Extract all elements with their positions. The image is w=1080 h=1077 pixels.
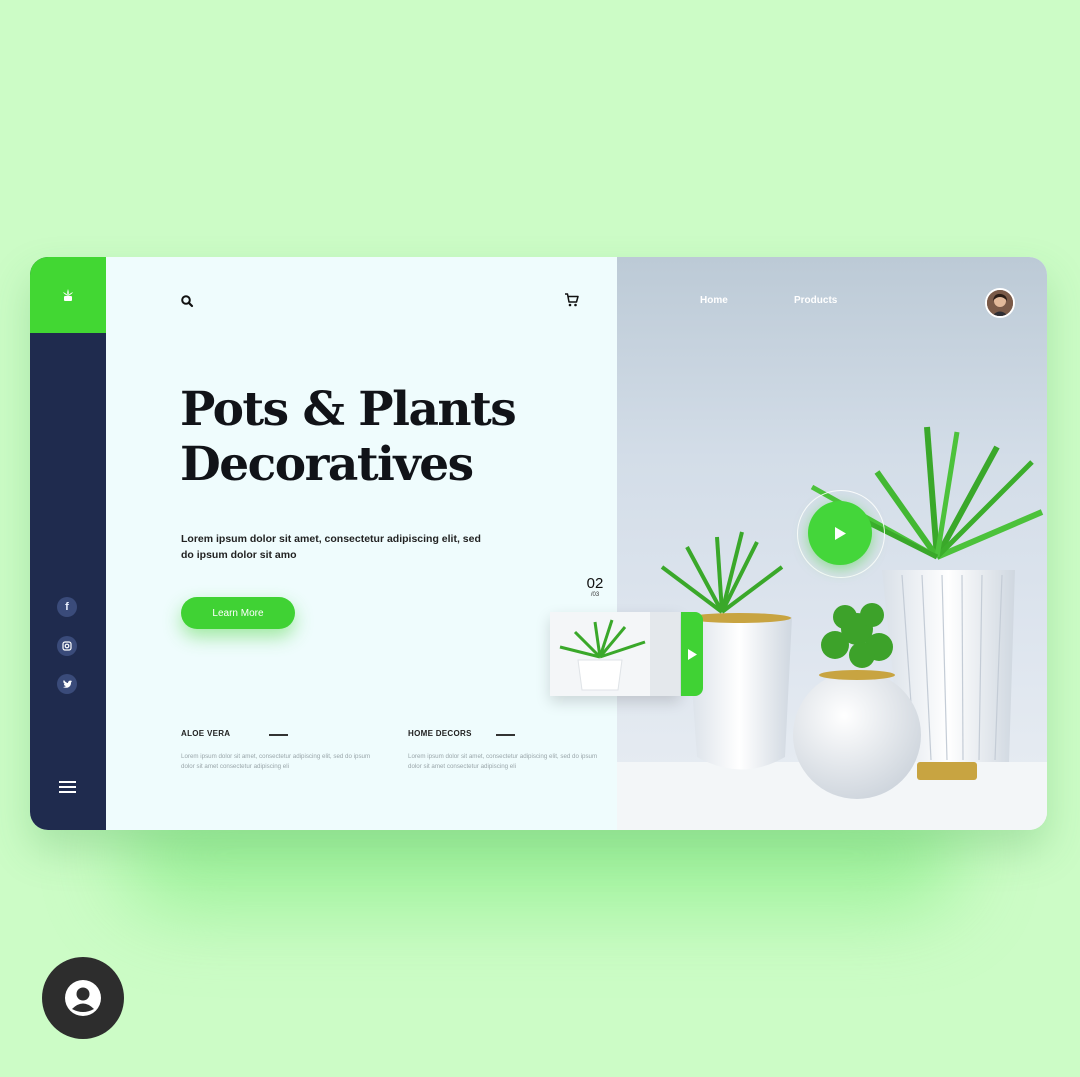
feature-divider xyxy=(269,734,288,736)
play-icon xyxy=(688,648,697,660)
feature-home-decors[interactable]: HOME DECORS Lorem ipsum dolor sit amet, … xyxy=(408,729,598,771)
sidebar: f xyxy=(30,257,106,830)
slide-thumbnail[interactable] xyxy=(550,612,680,696)
hero-description: Lorem ipsum dolor sit amet, consectetur … xyxy=(181,533,481,561)
website-card: f Pots & Plants Decoratives Lorem ipsum … xyxy=(30,257,1047,830)
slide-counter: 02 /03 xyxy=(581,575,609,598)
facebook-icon[interactable]: f xyxy=(57,597,77,617)
video-play-button[interactable] xyxy=(808,501,872,565)
page-title: Pots & Plants Decoratives xyxy=(180,382,610,492)
plant-icon xyxy=(63,289,73,301)
logo[interactable] xyxy=(30,257,106,333)
hamburger-menu-icon[interactable] xyxy=(59,781,76,796)
user-profile-button[interactable] xyxy=(42,957,124,1039)
feature-aloe-vera[interactable]: ALOE VERA Lorem ipsum dolor sit amet, co… xyxy=(181,729,371,771)
title-line-2: Decoratives xyxy=(180,437,474,492)
learn-more-button[interactable]: Learn More xyxy=(181,597,295,629)
feature-text: Lorem ipsum dolor sit amet, consectetur … xyxy=(408,753,598,770)
title-line-1: Pots & Plants xyxy=(180,382,517,437)
nav-products-link[interactable]: Products xyxy=(794,295,837,306)
slide-current: 02 xyxy=(586,575,604,592)
instagram-icon[interactable] xyxy=(57,636,77,656)
play-icon xyxy=(835,526,846,540)
search-icon[interactable] xyxy=(180,294,194,308)
nav-home-link[interactable]: Home xyxy=(700,295,728,306)
cart-icon[interactable] xyxy=(564,292,580,308)
thumbnail-play-button[interactable] xyxy=(681,612,703,696)
main-panel: Pots & Plants Decoratives Lorem ipsum do… xyxy=(106,257,617,830)
slide-total: /03 xyxy=(590,592,600,598)
twitter-icon[interactable] xyxy=(57,674,77,694)
feature-text: Lorem ipsum dolor sit amet, consectetur … xyxy=(181,753,371,770)
avatar[interactable] xyxy=(985,288,1015,318)
feature-divider xyxy=(496,734,515,736)
user-icon xyxy=(65,980,101,1016)
